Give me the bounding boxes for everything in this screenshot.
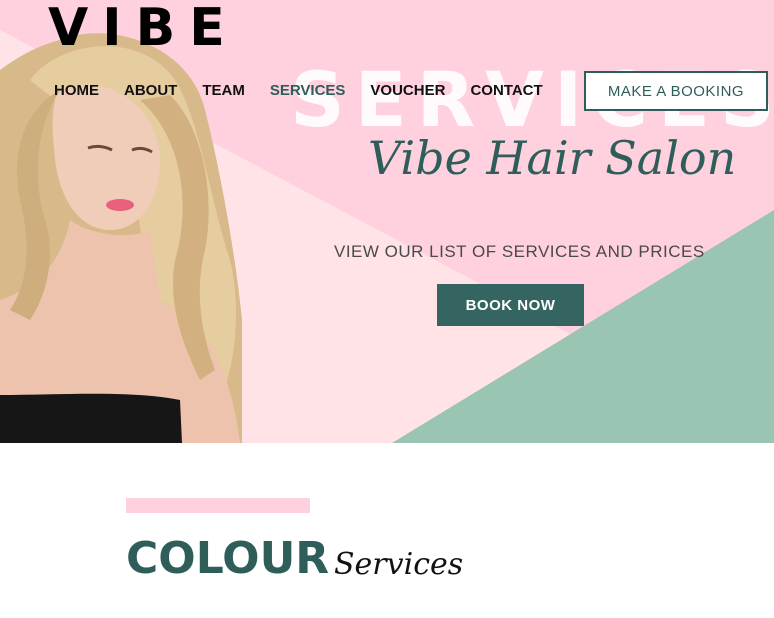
main-nav: HOME ABOUT TEAM SERVICES VOUCHER CONTACT bbox=[54, 82, 568, 100]
make-booking-button[interactable]: MAKE A BOOKING bbox=[584, 71, 768, 111]
nav-team[interactable]: TEAM bbox=[202, 82, 245, 100]
nav-about[interactable]: ABOUT bbox=[124, 82, 177, 100]
section-accent-bar bbox=[126, 498, 310, 513]
hero-banner: SERVICES VIBE HOME ABOUT TEAM SERVICES V… bbox=[0, 0, 774, 443]
hero-subtitle: VIEW OUR LIST OF SERVICES AND PRICES bbox=[334, 242, 705, 261]
section-script-title: Services bbox=[334, 547, 464, 582]
book-now-button[interactable]: BOOK NOW bbox=[437, 284, 584, 326]
hero-script-title: Vibe Hair Salon bbox=[368, 131, 737, 185]
section-title: COLOUR bbox=[126, 533, 330, 584]
brand-logo[interactable]: VIBE bbox=[48, 2, 239, 54]
nav-services[interactable]: SERVICES bbox=[270, 82, 346, 100]
nav-home[interactable]: HOME bbox=[54, 82, 99, 100]
nav-contact[interactable]: CONTACT bbox=[470, 82, 542, 100]
nav-voucher[interactable]: VOUCHER bbox=[370, 82, 445, 100]
model-photo bbox=[0, 33, 242, 443]
